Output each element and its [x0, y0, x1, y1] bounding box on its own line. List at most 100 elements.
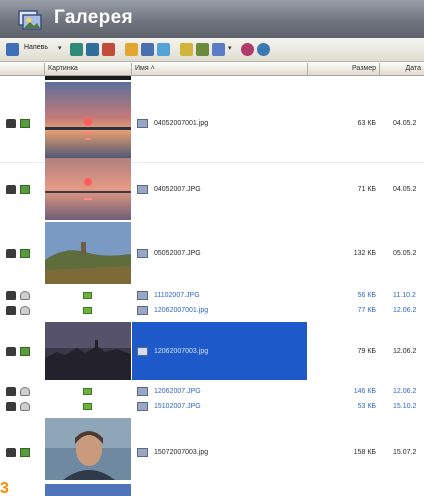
- file-date: 12.06.2: [393, 388, 417, 395]
- file-size: 79 КБ: [357, 348, 376, 355]
- pin-icon: [6, 387, 16, 396]
- file-size: 132 КБ: [353, 250, 376, 257]
- file-date: 12.06.2: [393, 348, 417, 355]
- file-icon: [137, 185, 148, 194]
- gallery-app-icon: [18, 10, 42, 30]
- file-size: 63 КБ: [357, 120, 376, 127]
- file-name: 12062007003.jpg: [154, 348, 209, 355]
- file-icon: [137, 448, 148, 457]
- column-date[interactable]: Дата: [380, 63, 424, 76]
- column-header: Картинка Имя ˄ Размер Дата: [0, 63, 424, 76]
- file-name: 12062007.JPG: [154, 388, 201, 395]
- file-date: 15.10.2: [393, 403, 417, 410]
- file-date: 04.05.2: [393, 120, 417, 127]
- pin-icon: [6, 347, 16, 356]
- folder-icon[interactable]: [125, 43, 138, 56]
- file-icon: [137, 347, 148, 356]
- file-date: 11.10.2: [393, 292, 416, 299]
- file-name: 05052007.JPG: [154, 250, 201, 257]
- file-icon: [137, 387, 148, 396]
- file-name: 15102007.JPG: [154, 403, 201, 410]
- table-row[interactable]: 05052007.JPG 132 КБ 05.05.2: [0, 222, 424, 284]
- sort-button[interactable]: Напевь: [24, 44, 48, 51]
- thumbnail-image: [45, 158, 131, 220]
- warning-icon: [20, 306, 30, 315]
- table-row[interactable]: 04052007.JPG 71 КБ 04.05.2: [0, 158, 424, 220]
- file-name: 12062007001.jpg: [154, 307, 209, 314]
- window-title: Галерея: [54, 7, 133, 28]
- table-row[interactable]: 15102007.JPG 53 КБ 15.10.2: [0, 399, 424, 414]
- file-size: 158 КБ: [353, 449, 376, 456]
- view-icon[interactable]: [86, 43, 99, 56]
- file-name: 15072007003.jpg: [154, 449, 209, 456]
- thumbnail-image: [45, 82, 131, 162]
- pin-icon: [6, 185, 16, 194]
- image-icon: [20, 448, 30, 457]
- image-icon: [20, 249, 30, 258]
- pin-icon: [6, 306, 16, 315]
- column-name[interactable]: Имя ˄: [132, 63, 308, 76]
- warning-icon: [20, 402, 30, 411]
- file-icon: [137, 119, 148, 128]
- file-size: 53 КБ: [357, 403, 376, 410]
- mini-thumbnail-icon: [83, 292, 92, 299]
- image-icon: [20, 347, 30, 356]
- toolbar: Напевь ▾ ▾: [0, 38, 424, 62]
- file-date: 05.05.2: [393, 250, 417, 257]
- title-bar: Галерея: [0, 0, 424, 38]
- columns-icon[interactable]: [212, 43, 225, 56]
- file-size: 56 КБ: [357, 292, 376, 299]
- table-row-selected[interactable]: 12062007003.jpg 79 КБ 12.06.2: [0, 322, 424, 380]
- table-row[interactable]: 04052007001.jpg 63 КБ 04.05.2: [0, 82, 424, 162]
- column-flags[interactable]: [0, 63, 45, 76]
- pin-icon: [6, 402, 16, 411]
- thumbnail-fragment: [45, 76, 131, 80]
- warning-icon: [20, 387, 30, 396]
- grid-icon[interactable]: [70, 43, 83, 56]
- pin-icon: [6, 448, 16, 457]
- save-icon[interactable]: [141, 43, 154, 56]
- thumbnail-image: [45, 418, 131, 480]
- refresh-icon[interactable]: [157, 43, 170, 56]
- mini-thumbnail-icon: [83, 307, 92, 314]
- file-date: 04.05.2: [393, 186, 417, 193]
- file-name: 11102007.JPG: [154, 292, 200, 299]
- help-icon[interactable]: [241, 43, 254, 56]
- pin-icon: [6, 291, 16, 300]
- image-icon: [20, 119, 30, 128]
- table-row[interactable]: 12062007001.jpg 77 КБ 12.06.2: [0, 303, 424, 318]
- file-size: 71 КБ: [357, 186, 376, 193]
- up-icon[interactable]: [180, 43, 193, 56]
- file-icon: [137, 291, 148, 300]
- chevron-down-icon[interactable]: ▾: [58, 44, 62, 52]
- page-badge: 3: [0, 480, 9, 496]
- pin-icon: [6, 249, 16, 258]
- columns-dropdown-icon[interactable]: ▾: [228, 44, 232, 52]
- table-row[interactable]: 12062007.JPG 146 КБ 12.06.2: [0, 384, 424, 399]
- mini-thumbnail-icon: [83, 388, 92, 395]
- column-size[interactable]: Размер: [308, 63, 380, 76]
- file-size: 77 КБ: [357, 307, 376, 314]
- file-icon: [137, 402, 148, 411]
- mini-thumbnail-icon: [83, 403, 92, 410]
- column-thumb[interactable]: Картинка: [45, 63, 132, 76]
- list-icon[interactable]: [102, 43, 115, 56]
- thumbnail-image-partial: [45, 484, 131, 496]
- export-icon[interactable]: [196, 43, 209, 56]
- warning-icon: [20, 291, 30, 300]
- thumbnail-image: [45, 222, 131, 284]
- image-icon: [20, 185, 30, 194]
- file-date: 15.07.2: [393, 449, 417, 456]
- file-size: 146 КБ: [353, 388, 376, 395]
- table-row[interactable]: 15072007003.jpg 158 КБ 15.07.2: [0, 418, 424, 480]
- file-date: 12.06.2: [393, 307, 417, 314]
- file-icon: [137, 306, 148, 315]
- thumbnail-image: [45, 322, 131, 380]
- table-row[interactable]: 11102007.JPG 56 КБ 11.10.2: [0, 288, 424, 303]
- pin-icon: [6, 119, 16, 128]
- file-name: 04052007001.jpg: [154, 120, 209, 127]
- settings-icon[interactable]: [257, 43, 270, 56]
- sort-icon[interactable]: [6, 43, 19, 56]
- file-name: 04052007.JPG: [154, 186, 201, 193]
- file-icon: [137, 249, 148, 258]
